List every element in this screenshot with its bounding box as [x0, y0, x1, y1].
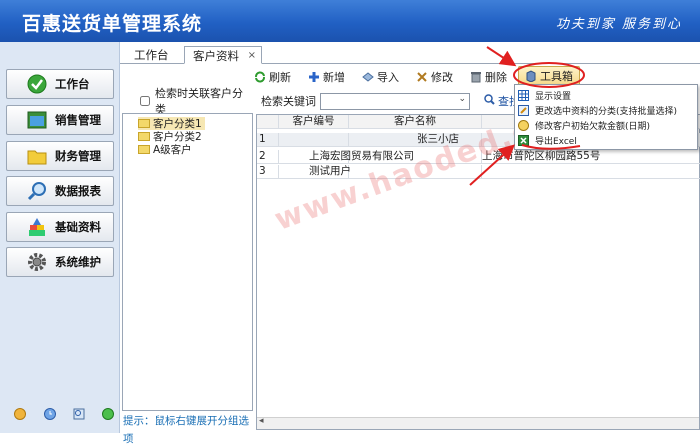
- menu-item-label: 导出Excel: [535, 136, 577, 147]
- menu-item-display-settings[interactable]: 显示设置: [518, 88, 571, 102]
- refresh-button[interactable]: 刷新: [254, 68, 291, 86]
- excel-icon: [518, 134, 529, 146]
- folder-icon: [138, 119, 150, 128]
- scroll-left-icon[interactable]: ◂: [259, 416, 264, 426]
- app-header: 百惠送货单管理系统 功夫到家 服务到心: [0, 0, 700, 42]
- category-tree: [122, 113, 253, 411]
- app-slogan: 功夫到家 服务到心: [555, 17, 682, 32]
- help-icon[interactable]: [14, 408, 26, 420]
- sidebar-item-label: 销售管理: [55, 113, 101, 127]
- menu-item-export-excel[interactable]: 导出Excel: [518, 133, 577, 147]
- sidebar-item-reports[interactable]: 数据报表: [6, 176, 114, 206]
- tree-filter: 检索时关联客户分类: [120, 87, 253, 116]
- sidebar-item-system[interactable]: 系统维护: [6, 247, 114, 277]
- menu-item-label: 修改客户初始欠款金额(日期): [535, 121, 651, 132]
- row-index: 1: [257, 133, 279, 146]
- search-icon: [484, 94, 495, 108]
- sidebar-item-label: 财务管理: [55, 149, 101, 163]
- tree-item-label: A级客户: [153, 144, 192, 156]
- sidebar-item-label: 基础资料: [55, 220, 101, 234]
- money-icon: [518, 119, 529, 131]
- search-doc-icon[interactable]: [73, 408, 85, 420]
- delete-label: 删除: [485, 71, 507, 84]
- cell-address: [482, 165, 700, 178]
- grid-icon: [518, 89, 529, 101]
- row-index: 3: [257, 165, 279, 178]
- sidebar-item-label: 数据报表: [55, 184, 101, 198]
- table-row[interactable]: 3 测试用户: [257, 165, 700, 179]
- tree-item-a-grade[interactable]: A级客户: [138, 143, 192, 156]
- clock-icon[interactable]: [44, 408, 56, 420]
- sidebar-item-finance[interactable]: 财务管理: [6, 141, 114, 171]
- import-button[interactable]: 导入: [362, 68, 399, 86]
- magnifier-icon: [27, 181, 47, 201]
- building-blocks-icon: [27, 217, 47, 237]
- column-header-index[interactable]: [257, 115, 279, 128]
- refresh-label: 刷新: [269, 71, 291, 84]
- customer-name-text: 测试用户: [309, 165, 351, 177]
- menu-item-label: 显示设置: [535, 91, 572, 102]
- check-circle-icon: [27, 74, 47, 94]
- column-header-customer-code[interactable]: 客户编号: [279, 115, 349, 128]
- tab-customer-info[interactable]: 客户资料 ×: [184, 46, 262, 64]
- trash-icon: [470, 71, 482, 83]
- search-input[interactable]: ⌄: [320, 92, 470, 110]
- delete-button[interactable]: 删除: [470, 68, 507, 86]
- tools-icon: [416, 71, 428, 83]
- tab-workbench[interactable]: 工作台: [126, 46, 177, 64]
- row-index: 2: [257, 150, 279, 163]
- tab-label: 客户资料: [193, 49, 239, 63]
- close-icon[interactable]: ×: [248, 47, 256, 65]
- window-icon: [27, 110, 47, 130]
- globe-icon[interactable]: [102, 408, 114, 420]
- add-button[interactable]: 新增: [308, 68, 345, 86]
- refresh-icon: [254, 71, 266, 83]
- gear-icon: [27, 252, 47, 272]
- link-category-checkbox[interactable]: [140, 96, 150, 106]
- toolbox-label: 工具箱: [540, 70, 573, 83]
- column-header-customer-name[interactable]: 客户名称: [349, 115, 482, 128]
- sidebar-item-workbench[interactable]: 工作台: [6, 69, 114, 99]
- sidebar-item-sales[interactable]: 销售管理: [6, 105, 114, 135]
- plus-icon: [308, 71, 320, 83]
- sidebar-item-label: 工作台: [55, 77, 90, 91]
- toolbox-icon: [525, 70, 537, 82]
- search-label: 检索关键词: [261, 95, 316, 108]
- edit-button[interactable]: 修改: [416, 68, 453, 86]
- menu-item-change-category[interactable]: 更改选中资料的分类(支持批量选择): [518, 103, 677, 117]
- app-title: 百惠送货单管理系统: [22, 13, 203, 35]
- import-icon: [362, 71, 374, 83]
- sidebar-item-label: 系统维护: [55, 255, 101, 269]
- horizontal-scrollbar[interactable]: ◂: [257, 416, 699, 429]
- cell-customer-code: [279, 133, 349, 146]
- folder-icon: [138, 145, 150, 154]
- menu-item-label: 更改选中资料的分类(支持批量选择): [535, 106, 678, 117]
- add-label: 新增: [323, 71, 345, 84]
- edit-window-icon: [518, 104, 529, 116]
- folder-icon: [27, 146, 47, 166]
- import-label: 导入: [377, 71, 399, 84]
- edit-label: 修改: [431, 71, 453, 84]
- menu-item-edit-initial-debt[interactable]: 修改客户初始欠款金额(日期): [518, 118, 650, 132]
- sidebar-item-basic-data[interactable]: 基础资料: [6, 212, 114, 242]
- tree-hint: 提示：鼠标右键展开分组选项: [123, 415, 249, 445]
- chevron-down-icon[interactable]: ⌄: [458, 94, 466, 104]
- folder-icon: [138, 132, 150, 141]
- toolbox-button[interactable]: 工具箱: [518, 66, 580, 86]
